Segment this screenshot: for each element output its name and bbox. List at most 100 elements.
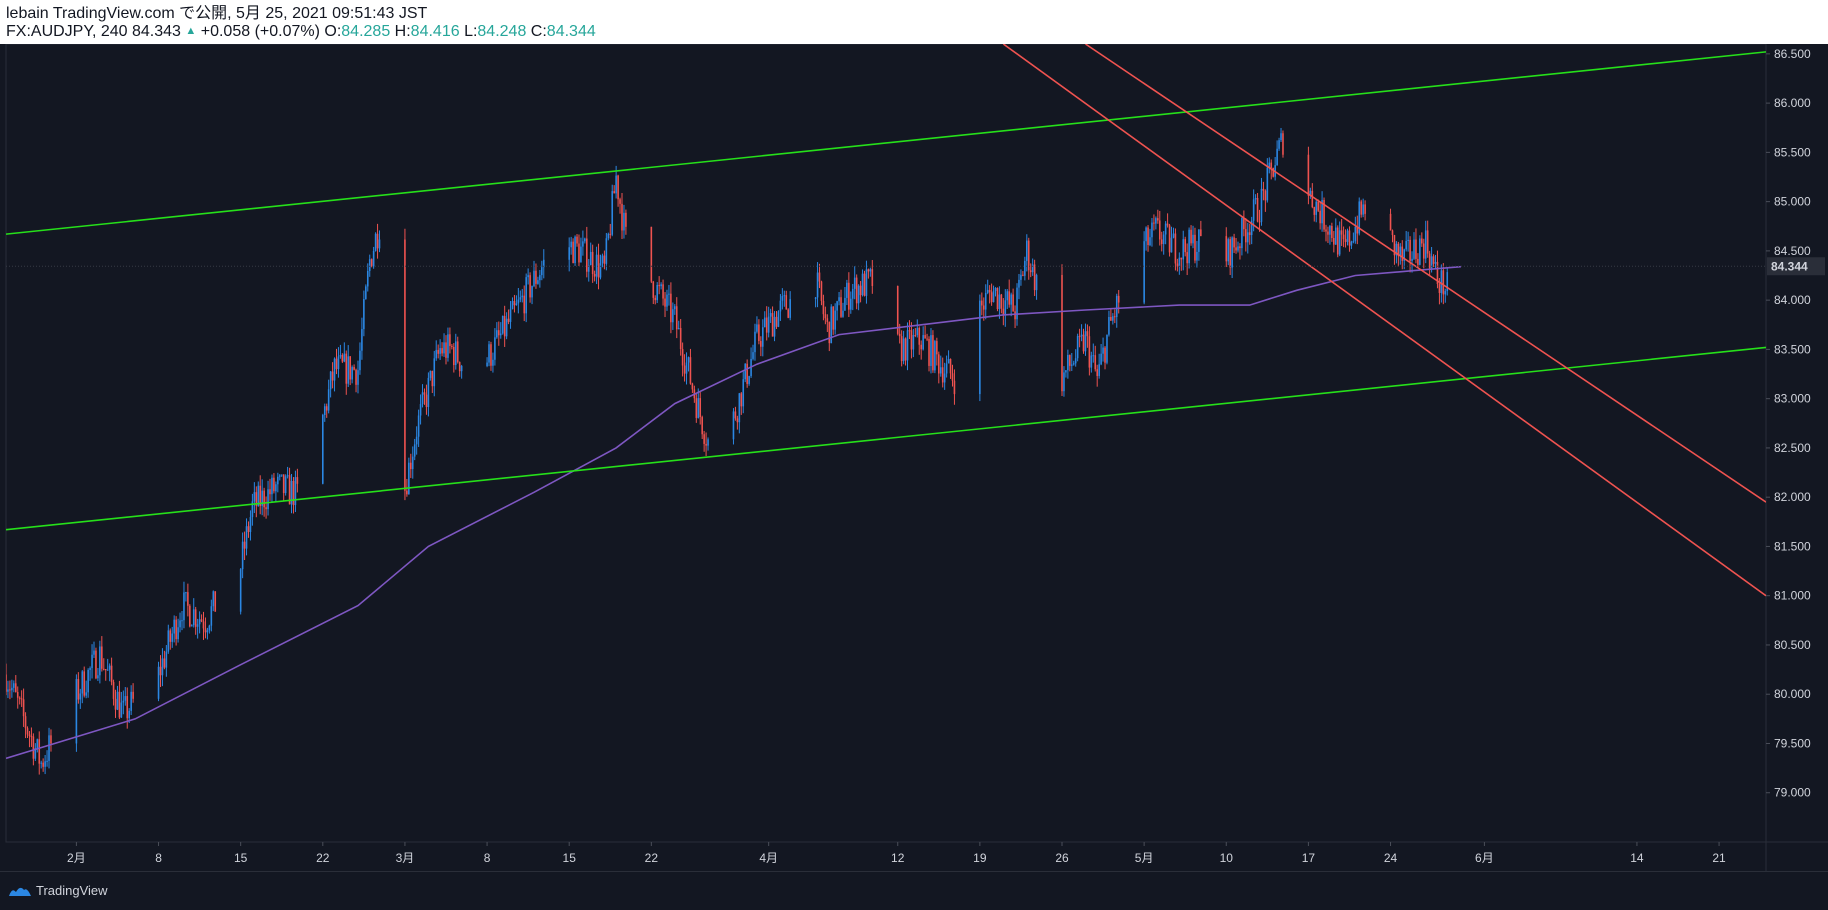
candle — [177, 618, 179, 643]
candle — [1336, 225, 1339, 258]
time-axis[interactable]: 2月 8 15 22 3月 8 15 22 4月 12 19 26 5月 10 17 24 6月 14 21 — [67, 842, 1726, 865]
brand-text: TradingView — [36, 883, 108, 898]
candle-body — [1348, 230, 1351, 246]
candle — [850, 291, 852, 314]
y-tick-label: 81.000 — [1774, 589, 1811, 603]
candle-body — [1086, 331, 1089, 337]
candle — [861, 269, 864, 297]
candle — [120, 691, 123, 718]
candle — [936, 337, 938, 366]
y-tick-label: 79.000 — [1774, 786, 1811, 800]
candle-body — [672, 309, 674, 323]
close-value: 84.344 — [546, 23, 596, 40]
candle-body — [896, 285, 899, 334]
candle — [1192, 225, 1194, 249]
candle — [599, 254, 602, 280]
candle-body — [1360, 201, 1362, 215]
trendline-red-lower[interactable] — [1002, 44, 1766, 597]
candle — [1333, 231, 1335, 253]
candle — [267, 480, 269, 516]
candle — [734, 406, 737, 421]
candle — [941, 357, 944, 388]
moving-average-line — [6, 265, 1461, 760]
candle — [1018, 273, 1020, 300]
candle-body — [1415, 239, 1417, 259]
price-axis[interactable]: 79.000 79.500 80.000 80.500 81.000 81.500 82.0… — [1766, 47, 1811, 800]
candle — [752, 344, 754, 361]
candle — [214, 591, 217, 612]
candle-body — [1063, 372, 1065, 392]
candle — [323, 403, 326, 422]
candle — [505, 312, 508, 340]
candle — [1344, 229, 1347, 248]
price-chart[interactable]: 79.000 79.500 80.000 80.500 81.000 81.500 82.0… — [0, 44, 1828, 871]
candle — [1352, 232, 1355, 244]
candle-body — [1352, 241, 1355, 243]
candle-body — [615, 175, 617, 194]
candle-body — [857, 285, 860, 304]
candle-body — [132, 691, 134, 699]
candle — [499, 322, 502, 339]
candle — [378, 230, 381, 253]
candle — [521, 288, 524, 303]
candle — [814, 296, 817, 308]
candle-body — [370, 259, 373, 267]
candle — [613, 185, 615, 194]
trendline-green-lower[interactable] — [6, 346, 1766, 531]
candle — [758, 319, 760, 345]
candle-body — [327, 389, 330, 411]
plot-area[interactable] — [5, 44, 1766, 775]
candle-body — [1033, 264, 1036, 291]
candle — [1334, 218, 1337, 245]
candle — [85, 680, 87, 699]
candle-body — [591, 251, 594, 275]
candle — [939, 355, 942, 377]
candle-body — [1164, 223, 1167, 235]
candle — [112, 679, 115, 706]
candle-body — [1407, 239, 1409, 241]
candle-body — [511, 301, 514, 310]
trendline-green-upper[interactable] — [6, 51, 1766, 235]
candle — [351, 365, 353, 384]
candle-body — [322, 415, 324, 484]
candle-body — [851, 288, 854, 299]
x-tick-label: 8 — [484, 851, 491, 865]
x-tick-label: 15 — [563, 851, 577, 865]
candle-body — [1424, 230, 1427, 259]
candle — [853, 266, 856, 300]
candle — [294, 470, 297, 513]
candle — [419, 394, 422, 425]
candle — [259, 475, 262, 515]
candle-body — [359, 350, 361, 371]
candle — [1151, 217, 1153, 247]
candle — [1250, 216, 1253, 245]
candle-body — [363, 298, 365, 330]
candle-body — [406, 490, 408, 495]
candle — [822, 294, 825, 321]
candle-body — [1098, 364, 1100, 376]
candle-body — [106, 669, 109, 671]
candle — [674, 304, 676, 315]
candle-body — [245, 526, 248, 549]
candle-body — [981, 300, 983, 306]
candle-body — [1186, 252, 1188, 264]
candle-body — [1031, 264, 1034, 273]
low-value: 84.248 — [477, 23, 527, 40]
candle — [683, 354, 686, 382]
tradingview-brand[interactable]: TradingView — [8, 883, 108, 898]
candle-body — [869, 269, 872, 272]
candle-body — [732, 411, 735, 440]
candle-body — [822, 300, 825, 315]
candle-body — [507, 318, 510, 322]
candle — [357, 360, 359, 394]
candle — [425, 384, 428, 415]
candle-body — [1229, 239, 1231, 268]
candle — [1076, 333, 1079, 362]
candle-body — [941, 367, 944, 383]
candle — [984, 284, 987, 320]
candle-body — [824, 314, 827, 319]
candle — [286, 466, 289, 479]
candle-body — [1364, 204, 1366, 214]
candle-body — [599, 263, 602, 278]
candle — [296, 468, 299, 493]
